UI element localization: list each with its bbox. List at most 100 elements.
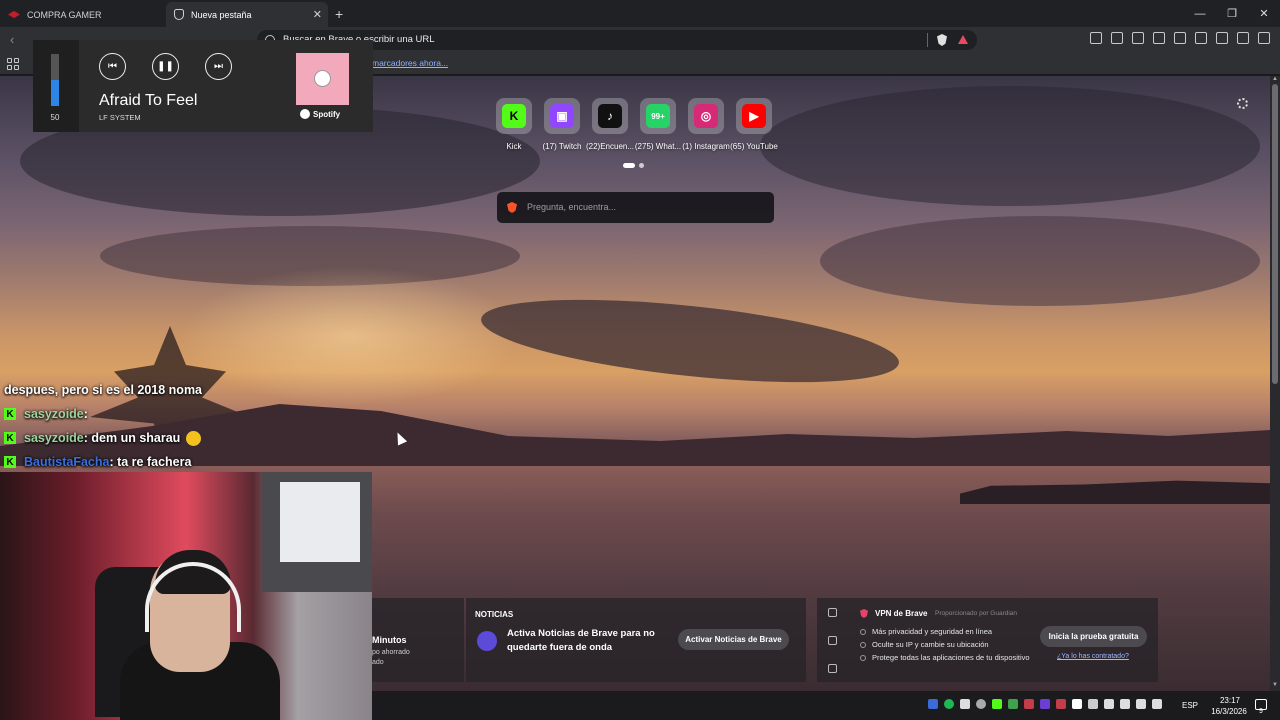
spotify-icon <box>300 109 310 119</box>
steam-icon[interactable] <box>1088 699 1098 709</box>
menu-icon[interactable] <box>1258 32 1270 44</box>
top-site-tile[interactable]: 99+ (275) What... <box>635 98 681 151</box>
pause-button[interactable]: ❚❚ <box>152 53 179 80</box>
top-site-tile[interactable]: ▶ (65) YouTube <box>730 98 778 151</box>
stats-card: Minutos po ahorrado ado <box>372 598 464 682</box>
vpn-feature: Oculte su IP y cambie su ubicación <box>860 640 989 649</box>
tiktok-icon: ♪ <box>598 104 622 128</box>
background-cloud <box>760 86 1260 206</box>
start-trial-button[interactable]: Inicia la prueba gratuita <box>1040 626 1147 647</box>
close-tab-icon[interactable]: ✕ <box>313 8 322 21</box>
new-tab-button[interactable]: + <box>335 6 343 22</box>
notification-count: 9 <box>1259 708 1263 715</box>
close-window-icon[interactable]: ✕ <box>1248 0 1280 27</box>
app-tray-icon[interactable] <box>1072 699 1082 709</box>
next-track-button[interactable]: ⏭ <box>205 53 232 80</box>
clock-date[interactable]: 16/3/2026 <box>1204 707 1254 716</box>
clock-time[interactable]: 23:17 <box>1210 696 1250 705</box>
top-site-tile[interactable]: ▣ (17) Twitch <box>543 98 582 151</box>
already-purchased-link[interactable]: ¿Ya lo has contratado? <box>1057 653 1129 660</box>
top-site-tile-box: 99+ <box>640 98 676 134</box>
brave-rewards-icon[interactable] <box>958 35 968 44</box>
chat-message: : ta re fachera <box>109 455 192 469</box>
toolbar-divider <box>927 33 928 47</box>
top-site-tile-box: ◎ <box>688 98 724 134</box>
media-flyout: 50 ⏮ ❚❚ ⏭ Afraid To Feel LF SYSTEM Spoti… <box>33 40 373 132</box>
tab-new-tab[interactable]: Nueva pestaña ✕ <box>166 2 328 27</box>
background-cloud <box>477 284 903 398</box>
app-tray-icon[interactable] <box>1056 699 1066 709</box>
downloads-icon[interactable] <box>1132 32 1144 44</box>
scroll-up-icon[interactable]: ▲ <box>1272 76 1278 82</box>
top-site-tile[interactable]: ♪ (22)Encuen... <box>586 98 634 151</box>
scroll-down-icon[interactable]: ▼ <box>1272 682 1278 688</box>
album-art-face <box>314 70 331 87</box>
kick-badge-icon: K <box>4 432 16 444</box>
microphone-icon[interactable] <box>960 699 970 709</box>
app-tray-icon[interactable] <box>928 699 938 709</box>
tab-compra-gamer[interactable]: COMPRA GAMER <box>0 2 165 27</box>
kick-tray-icon[interactable] <box>992 699 1002 709</box>
back-icon[interactable]: ‹ <box>10 32 14 47</box>
vpn-widget-icon[interactable] <box>828 608 837 617</box>
wallet-icon[interactable] <box>1195 32 1207 44</box>
window-controls: — ❐ ✕ <box>1184 0 1280 27</box>
gear-icon[interactable] <box>1237 98 1248 109</box>
compragamer-favicon-icon <box>8 10 20 19</box>
sidebar-icon[interactable] <box>1174 32 1186 44</box>
webcam-feed <box>0 472 372 720</box>
app-tray-icon[interactable] <box>1120 699 1130 709</box>
page-scrollbar[interactable]: ▲ ▼ <box>1270 76 1280 691</box>
vpn-feature-text: Protege todas las aplicaciones de tu dis… <box>872 653 1030 662</box>
brave-lion-icon <box>507 202 517 213</box>
song-title: Afraid To Feel <box>99 92 198 109</box>
tab-label: COMPRA GAMER <box>27 9 102 20</box>
activate-news-button[interactable]: Activar Noticias de Brave <box>678 629 789 650</box>
check-icon <box>860 628 866 635</box>
import-bookmarks-link[interactable]: marcadores ahora... <box>372 58 448 68</box>
video-widget-icon[interactable] <box>828 664 837 673</box>
top-site-tile[interactable]: ◎ (1) Instagram <box>682 98 730 151</box>
nvidia-icon[interactable] <box>1008 699 1018 709</box>
vpn-card: VPN de Brave Proporcionado por Guardian … <box>817 598 1158 682</box>
volume-slider[interactable] <box>51 54 59 106</box>
emoji-icon <box>186 430 202 446</box>
twitch-icon: ▣ <box>550 104 574 128</box>
vpn-icon[interactable] <box>1237 32 1249 44</box>
vpn-provided-by: Proporcionado por <box>935 610 989 617</box>
leo-ai-icon[interactable] <box>1216 32 1228 44</box>
youtube-icon: ▶ <box>742 104 766 128</box>
sun-glow <box>180 266 520 406</box>
spotify-tray-icon[interactable] <box>944 699 954 709</box>
chat-username: BautistaFacha <box>24 455 110 469</box>
scroll-thumb[interactable] <box>1272 84 1278 384</box>
vpn-title: VPN de Brave <box>875 609 928 618</box>
album-art <box>296 53 349 105</box>
volume-icon[interactable] <box>1152 699 1162 709</box>
brave-shields-icon[interactable] <box>937 34 947 46</box>
chat-message: : <box>83 407 88 421</box>
apps-grid-icon[interactable] <box>7 58 19 70</box>
ask-search-box[interactable]: Pregunta, encuentra... <box>497 192 774 223</box>
extensions-icon[interactable] <box>1090 32 1102 44</box>
top-site-label: (1) Instagram <box>682 142 730 151</box>
news-description: Activa Noticias de Brave para no quedart… <box>507 628 655 653</box>
media-icon[interactable] <box>1153 32 1165 44</box>
top-site-tile[interactable]: K Kick <box>496 98 532 151</box>
network-icon[interactable] <box>1136 699 1146 709</box>
page-dot-active[interactable] <box>623 163 635 168</box>
discord-icon[interactable] <box>1040 699 1050 709</box>
triangle-widget-icon[interactable] <box>828 636 837 645</box>
record-icon[interactable] <box>1024 699 1034 709</box>
display-icon[interactable] <box>1104 699 1114 709</box>
shield-favicon-icon <box>174 9 184 20</box>
minimize-icon[interactable]: — <box>1184 0 1216 27</box>
screenshot-icon[interactable] <box>1111 32 1123 44</box>
xbox-icon[interactable] <box>976 699 986 709</box>
news-icon <box>477 631 497 651</box>
previous-track-button[interactable]: ⏮ <box>99 53 126 80</box>
vpn-logo-icon <box>860 609 868 618</box>
page-dot[interactable] <box>639 163 644 168</box>
language-indicator[interactable]: ESP <box>1182 701 1198 710</box>
restore-icon[interactable]: ❐ <box>1216 0 1248 27</box>
